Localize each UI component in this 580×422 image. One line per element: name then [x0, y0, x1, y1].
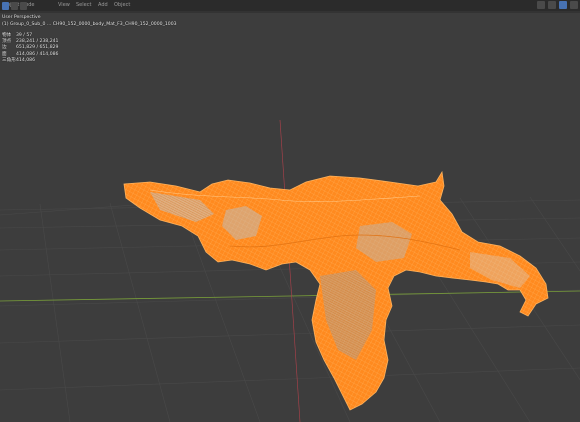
- object-detail: CH90_152_0000_body_Mat_F3_CH90_152_0000_…: [52, 21, 177, 27]
- menu-view[interactable]: View: [58, 2, 70, 9]
- xray-icon[interactable]: [548, 1, 556, 9]
- stat-triangles: 三角形 414,086: [2, 58, 58, 64]
- viewport-shading-controls: [537, 1, 578, 9]
- active-object-label: (1) Group_0_Sub_0 ... CH90_152_0000_body…: [2, 22, 177, 29]
- object-line: (1) Group_0_Sub_0 ...: [2, 21, 52, 27]
- tool-header: [0, 2, 580, 13]
- scene-statistics: 物体 39 / 57 顶点 238,241 / 238,241 边 651,829 /…: [2, 33, 58, 64]
- move-icon[interactable]: [20, 2, 27, 10]
- y-axis-line: [279, 119, 301, 422]
- viewport-header: Object Mode View Select Add Object: [0, 0, 580, 11]
- stat-label: 三角形: [2, 57, 16, 63]
- shading-icon[interactable]: [559, 1, 567, 9]
- scene-canvas[interactable]: [0, 0, 580, 422]
- menu-add[interactable]: Add: [98, 2, 108, 9]
- menu-select[interactable]: Select: [76, 2, 91, 9]
- viewport-info: User Perspective (1) Group_0_Sub_0 ... C…: [2, 15, 177, 28]
- 3d-viewport[interactable]: Object Mode View Select Add Object User …: [0, 0, 580, 422]
- stat-value: 414,086: [16, 57, 35, 63]
- cursor-icon[interactable]: [2, 2, 9, 10]
- box-select-icon[interactable]: [11, 2, 18, 10]
- x-axis-line: [0, 290, 580, 302]
- menu-object[interactable]: Object: [114, 2, 130, 9]
- overlay-icon[interactable]: [537, 1, 545, 9]
- material-icon[interactable]: [570, 1, 578, 9]
- mesh-object[interactable]: [123, 170, 549, 411]
